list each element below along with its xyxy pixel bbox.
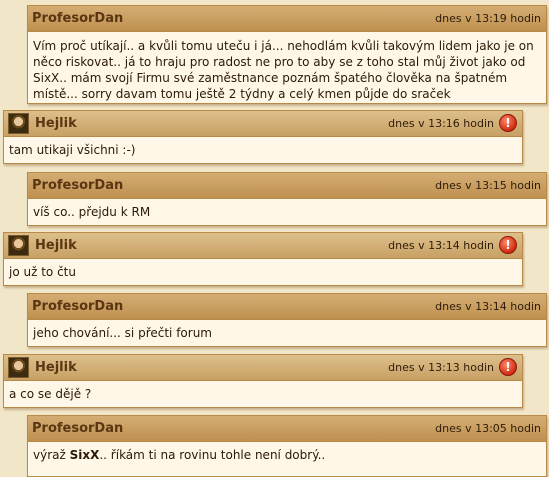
user-avatar-icon[interactable] (8, 357, 29, 378)
user-avatar-icon[interactable] (8, 113, 29, 134)
message-text: Vím proč utíkají.. a kvůli tomu uteču i … (33, 39, 534, 101)
author-name[interactable]: Hejlik (35, 116, 77, 131)
report-alert-icon[interactable]: ! (499, 114, 517, 132)
message-text: tam utikaji všichni :-) (9, 143, 136, 157)
message-timestamp: dnes v 13:15 hodin (435, 179, 541, 192)
report-alert-icon[interactable]: ! (499, 236, 517, 254)
message-header: Hejlik dnes v 13:14 hodin ! (4, 233, 522, 259)
message-timestamp: dnes v 13:05 hodin (435, 422, 541, 435)
message-item: Hejlik dnes v 13:13 hodin ! a co se dějě… (3, 354, 523, 408)
message-item: ProfesorDan dnes v 13:14 hodin jeho chov… (27, 293, 547, 347)
message-timestamp: dnes v 13:16 hodin (388, 117, 494, 130)
message-text: víš co.. přejdu k RM (33, 205, 151, 219)
author-name[interactable]: Hejlik (35, 360, 77, 375)
report-alert-icon[interactable]: ! (499, 358, 517, 376)
message-text: a co se dějě ? (9, 387, 92, 401)
message-timestamp: dnes v 13:13 hodin (388, 361, 494, 374)
message-text: výraž SixX.. říkám ti na rovinu tohle ne… (28, 442, 546, 467)
message-timestamp: dnes v 13:19 hodin (435, 12, 541, 25)
message-header: Hejlik dnes v 13:13 hodin ! (4, 355, 522, 381)
message-thread: ProfesorDan dnes v 13:19 hodin Vím proč … (0, 0, 549, 477)
message-text: jo už to čtu (9, 265, 76, 279)
author-name[interactable]: ProfesorDan (32, 299, 123, 314)
message-header: ProfesorDan dnes v 13:05 hodin (28, 416, 546, 442)
message-item: ProfesorDan dnes v 13:05 hodin výraž Six… (27, 415, 547, 477)
message-header: Hejlik dnes v 13:16 hodin ! (4, 111, 522, 137)
message-text: jeho chování... si přečti forum (33, 326, 212, 340)
author-name[interactable]: Hejlik (35, 238, 77, 253)
message-item: ProfesorDan dnes v 13:15 hodin víš co.. … (27, 172, 547, 226)
author-name[interactable]: ProfesorDan (32, 421, 123, 436)
message-item: ProfesorDan dnes v 13:19 hodin Vím proč … (27, 5, 547, 104)
mention-tag[interactable]: SixX (70, 448, 100, 462)
message-header: ProfesorDan dnes v 13:15 hodin (28, 173, 546, 199)
message-text-part: výraž (33, 448, 70, 462)
author-name[interactable]: ProfesorDan (32, 178, 123, 193)
user-avatar-icon[interactable] (8, 235, 29, 256)
message-header: ProfesorDan dnes v 13:19 hodin (28, 6, 546, 32)
message-item: Hejlik dnes v 13:14 hodin ! jo už to čtu (3, 232, 523, 286)
author-name[interactable]: ProfesorDan (32, 11, 123, 26)
message-timestamp: dnes v 13:14 hodin (435, 300, 541, 313)
message-item: Hejlik dnes v 13:16 hodin ! tam utikaji … (3, 110, 523, 164)
message-text-part: .. říkám ti na rovinu tohle není dobrý.. (99, 448, 326, 462)
message-header: ProfesorDan dnes v 13:14 hodin (28, 294, 546, 320)
message-timestamp: dnes v 13:14 hodin (388, 239, 494, 252)
